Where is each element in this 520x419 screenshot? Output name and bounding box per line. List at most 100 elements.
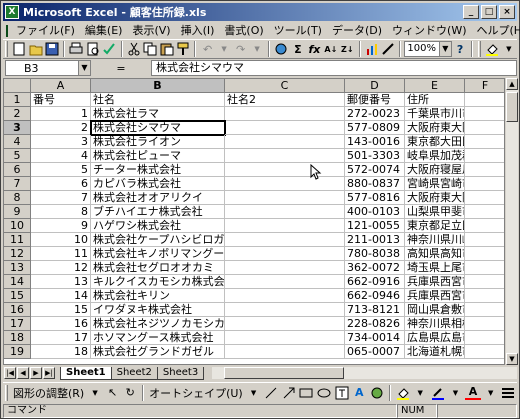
scroll-down-icon[interactable]: ▼ [506, 353, 518, 365]
cell[interactable]: 社名2 [225, 93, 345, 107]
menu-view[interactable]: 表示(V) [127, 23, 175, 39]
cell[interactable] [465, 331, 504, 345]
cell[interactable]: 713-8121 [345, 303, 405, 317]
cell[interactable]: 株式会社オオアリクイ [91, 191, 225, 205]
cell[interactable]: 10 [31, 233, 91, 247]
cell[interactable] [465, 205, 504, 219]
cell[interactable]: チーター株式会社 [91, 163, 225, 177]
autosum-icon[interactable]: Σ [291, 41, 305, 57]
cell[interactable]: 神奈川県相模原市新戸 [405, 317, 465, 331]
fill-color-icon[interactable] [395, 385, 411, 401]
cell[interactable]: 千葉県市川市南八幡 [405, 107, 465, 121]
sort-ascending-icon[interactable]: A↓ [324, 41, 338, 57]
rotate-icon[interactable]: ↻ [122, 385, 138, 401]
scroll-up-icon[interactable]: ▲ [506, 78, 518, 90]
cell[interactable] [225, 107, 345, 121]
print-icon[interactable] [69, 41, 83, 57]
cell[interactable]: 577-0809 [345, 121, 405, 135]
cell[interactable]: 121-0055 [345, 219, 405, 233]
function-icon[interactable]: fx [307, 41, 321, 57]
cell[interactable]: 11 [31, 247, 91, 261]
cell[interactable] [465, 345, 504, 359]
cell[interactable]: 3 [31, 135, 91, 149]
new-icon[interactable] [12, 41, 26, 57]
sheet-tab-2[interactable]: Sheet2 [110, 366, 158, 380]
cell[interactable]: 14 [31, 289, 91, 303]
cell[interactable]: 埼玉県上尾市中妻 [405, 261, 465, 275]
cell[interactable]: 岐阜県加茂郡富加町 [405, 149, 465, 163]
zoom-select[interactable]: 100% ▼ [404, 41, 452, 57]
prev-sheet-icon[interactable]: ◀ [17, 367, 29, 379]
cell[interactable]: 15 [31, 303, 91, 317]
cell[interactable] [225, 205, 345, 219]
cell[interactable] [465, 317, 504, 331]
cell[interactable]: 株式会社ライオン [91, 135, 225, 149]
menu-format[interactable]: 書式(O) [219, 23, 268, 39]
vertical-scrollbar[interactable]: ▲ ▼ [506, 78, 518, 365]
select-all-button[interactable] [4, 79, 31, 93]
name-box[interactable]: B3 ▼ [5, 60, 91, 76]
row-header[interactable]: 9 [4, 205, 31, 219]
cell[interactable]: 宮崎県宮崎市村角町 [405, 177, 465, 191]
toolbar-grip[interactable] [478, 41, 482, 57]
cell[interactable]: 神奈川県川崎市中原 [405, 233, 465, 247]
cell[interactable]: 211-0013 [345, 233, 405, 247]
cell[interactable]: 大阪府寝屋川市池田 [405, 163, 465, 177]
last-sheet-icon[interactable]: ▶| [43, 367, 55, 379]
chevron-down-icon[interactable]: ▼ [87, 385, 103, 401]
row-header[interactable]: 15 [4, 289, 31, 303]
cell[interactable] [465, 93, 504, 107]
cell[interactable]: 400-0103 [345, 205, 405, 219]
wordart-icon[interactable]: A [351, 385, 367, 401]
menu-file[interactable]: ファイル(F) [11, 23, 80, 39]
row-header[interactable]: 2 [4, 107, 31, 121]
column-header-d[interactable]: D [345, 79, 405, 93]
fill-color-icon[interactable] [485, 41, 499, 57]
toolbar-grip[interactable] [5, 384, 8, 401]
row-header[interactable]: 3 [4, 121, 31, 135]
cell[interactable]: 12 [31, 261, 91, 275]
cell[interactable]: 岡山県倉敷市玉島 [405, 303, 465, 317]
cell[interactable] [225, 317, 345, 331]
row-header[interactable]: 4 [4, 135, 31, 149]
cell[interactable] [465, 135, 504, 149]
cell[interactable]: 577-0816 [345, 191, 405, 205]
menu-insert[interactable]: 挿入(I) [176, 23, 220, 39]
chart-wizard-icon[interactable] [365, 41, 379, 57]
cell[interactable]: 社名 [91, 93, 225, 107]
cell[interactable]: ブチハイエナ株式会社 [91, 205, 225, 219]
row-header[interactable]: 7 [4, 177, 31, 191]
worksheet-grid[interactable]: A B C D E F 1 番号 社名 社名2 郵便番号 住所 2 1 株式会社ラマ 272-00… [3, 78, 505, 365]
cell[interactable] [465, 275, 504, 289]
cell[interactable]: 広島県広島市南区宇品 [405, 331, 465, 345]
cell[interactable] [225, 275, 345, 289]
cell[interactable]: 株式会社キリン [91, 289, 225, 303]
menu-tools[interactable]: ツール(T) [269, 23, 327, 39]
cell[interactable] [225, 233, 345, 247]
cell[interactable]: 501-3303 [345, 149, 405, 163]
cell[interactable] [465, 121, 504, 135]
sheet-tab-3[interactable]: Sheet3 [156, 366, 205, 380]
clipart-icon[interactable] [369, 385, 385, 401]
cell[interactable] [225, 289, 345, 303]
cell[interactable]: 16 [31, 317, 91, 331]
cell[interactable]: 北海道札幌市東区北 [405, 345, 465, 359]
oval-icon[interactable] [316, 385, 332, 401]
cell[interactable]: 兵庫県西宮市荒戎町 [405, 289, 465, 303]
hyperlink-icon[interactable] [274, 41, 288, 57]
rectangle-icon[interactable] [299, 385, 315, 401]
cell[interactable]: 株式会社ピューマ [91, 149, 225, 163]
cell[interactable]: 株式会社グランドガゼル [91, 345, 225, 359]
cell[interactable] [225, 331, 345, 345]
cell[interactable] [225, 247, 345, 261]
cell[interactable]: キルクイスカモシカ株式会社 [91, 275, 225, 289]
paste-icon[interactable] [160, 41, 174, 57]
textbox-icon[interactable] [334, 385, 350, 401]
drawing-icon[interactable] [381, 41, 395, 57]
format-painter-icon[interactable] [176, 41, 190, 57]
draw-adjust-menu[interactable]: 図形の調整(R) [11, 385, 86, 401]
cell[interactable] [465, 107, 504, 121]
cell[interactable]: 高知県高知市石立町 [405, 247, 465, 261]
copy-icon[interactable] [143, 41, 157, 57]
column-header-e[interactable]: E [405, 79, 465, 93]
